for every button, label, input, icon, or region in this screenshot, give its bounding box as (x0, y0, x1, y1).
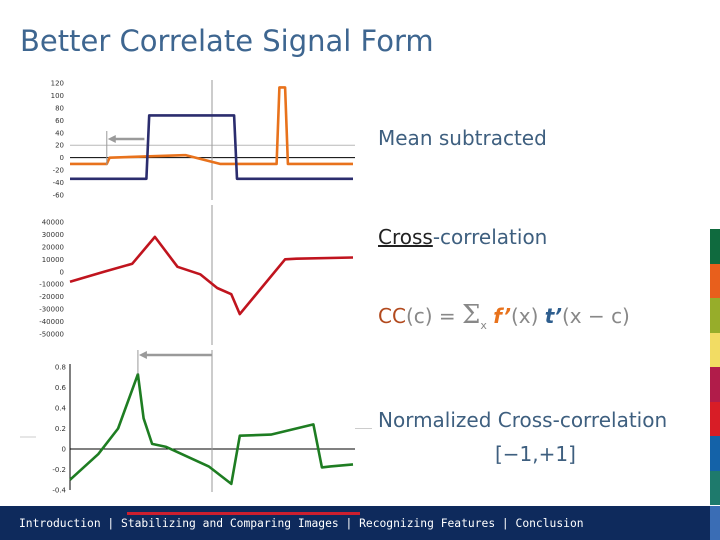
y-tick-label: 0.8 (55, 364, 66, 372)
y-tick-label: -40000 (39, 318, 64, 326)
y-tick-label: 0 (62, 446, 66, 454)
stripe-segment (710, 470, 720, 505)
cross-word: Cross (378, 225, 433, 249)
normalized-cross-correlation-label: Normalized Cross-correlation (378, 408, 668, 432)
y-tick-label: 40 (55, 129, 64, 137)
footer-nav: Introduction | Stabilizing and Comparing… (0, 506, 720, 540)
sigma-subscript: x (480, 319, 487, 332)
nav-separator: | (338, 517, 360, 530)
active-section-indicator (127, 512, 360, 515)
y-tick-label: -40 (53, 179, 64, 187)
stripe-segment (710, 263, 720, 298)
stripe-segment (710, 367, 720, 402)
y-tick-label: 30000 (42, 231, 64, 239)
nav-conclusion[interactable]: Conclusion (516, 517, 584, 530)
y-tick-label: 0 (60, 154, 64, 162)
nav-introduction[interactable]: Introduction (19, 517, 101, 530)
stripe-segment (710, 436, 720, 471)
stripe-segment (710, 401, 720, 436)
formula-args: (c) = (405, 304, 463, 328)
y-tick-label: -50000 (39, 331, 64, 339)
footer-links: Introduction | Stabilizing and Comparing… (19, 517, 584, 530)
formula-f-prime: f’ (493, 304, 511, 328)
y-tick-label: 80 (55, 104, 64, 112)
stripe-segment (710, 229, 720, 264)
sigma-symbol: Σ (462, 300, 481, 330)
nav-separator: | (100, 517, 122, 530)
y-tick-label: 0.4 (55, 405, 67, 413)
correlation-word: -correlation (432, 225, 548, 249)
chart-mean-subtracted: 120 100 80 60 40 20 0 -20 -40 -60 (51, 80, 355, 200)
y-tick-label: -10000 (39, 281, 64, 289)
nav-recognizing[interactable]: Recognizing Features (359, 517, 495, 530)
formula-fx: (x) (510, 304, 545, 328)
y-tick-label: 100 (51, 92, 64, 100)
y-tick-label: 20000 (42, 243, 64, 251)
y-tick-label: 40000 (42, 219, 64, 227)
chart-cross-correlation: 40000 30000 20000 10000 0 -10000 -20000 -30000 -… (39, 205, 354, 345)
stripe-segment (710, 298, 720, 333)
formula-tx: (x − c) (561, 304, 630, 328)
chart-normalized-cross-correlation: 0.8 0.6 0.4 0.2 0 -0.2 -0.4 (20, 350, 372, 495)
mean-subtracted-label: Mean subtracted (378, 126, 547, 150)
footer-stripe (710, 506, 720, 540)
nav-separator: | (495, 517, 516, 530)
y-tick-label: 0 (60, 268, 64, 276)
y-tick-label: 10000 (42, 256, 64, 264)
y-tick-label: -0.2 (52, 466, 66, 474)
charts-area: 120 100 80 60 40 20 0 -20 -40 -60 40000 30000 20000… (20, 80, 372, 495)
y-tick-label: 0.2 (55, 425, 66, 433)
shift-arrow-head (138, 351, 147, 359)
y-tick-label: -20 (53, 167, 64, 175)
y-tick-label: 0.6 (55, 384, 67, 392)
formula-cc: CC (378, 304, 406, 328)
y-tick-label: -60 (53, 192, 64, 200)
formula-t-prime: t’ (544, 304, 562, 328)
y-tick-label: -20000 (39, 293, 64, 301)
y-tick-label: -0.4 (52, 487, 66, 495)
y-tick-label: 60 (55, 117, 64, 125)
y-tick-label: 120 (51, 80, 64, 88)
cross-correlation-label: Cross-correlation (378, 225, 547, 249)
y-tick-label: -30000 (39, 306, 64, 314)
stripe-segment (710, 332, 720, 367)
y-tick-label: 20 (55, 142, 64, 150)
shift-arrow-head (107, 135, 116, 143)
range-label: [−1,+1] (495, 442, 576, 466)
nav-stabilizing[interactable]: Stabilizing and Comparing Images (121, 517, 339, 530)
cc-formula: CC(c) = Σx f’(x) t’(x − c) (378, 300, 630, 332)
